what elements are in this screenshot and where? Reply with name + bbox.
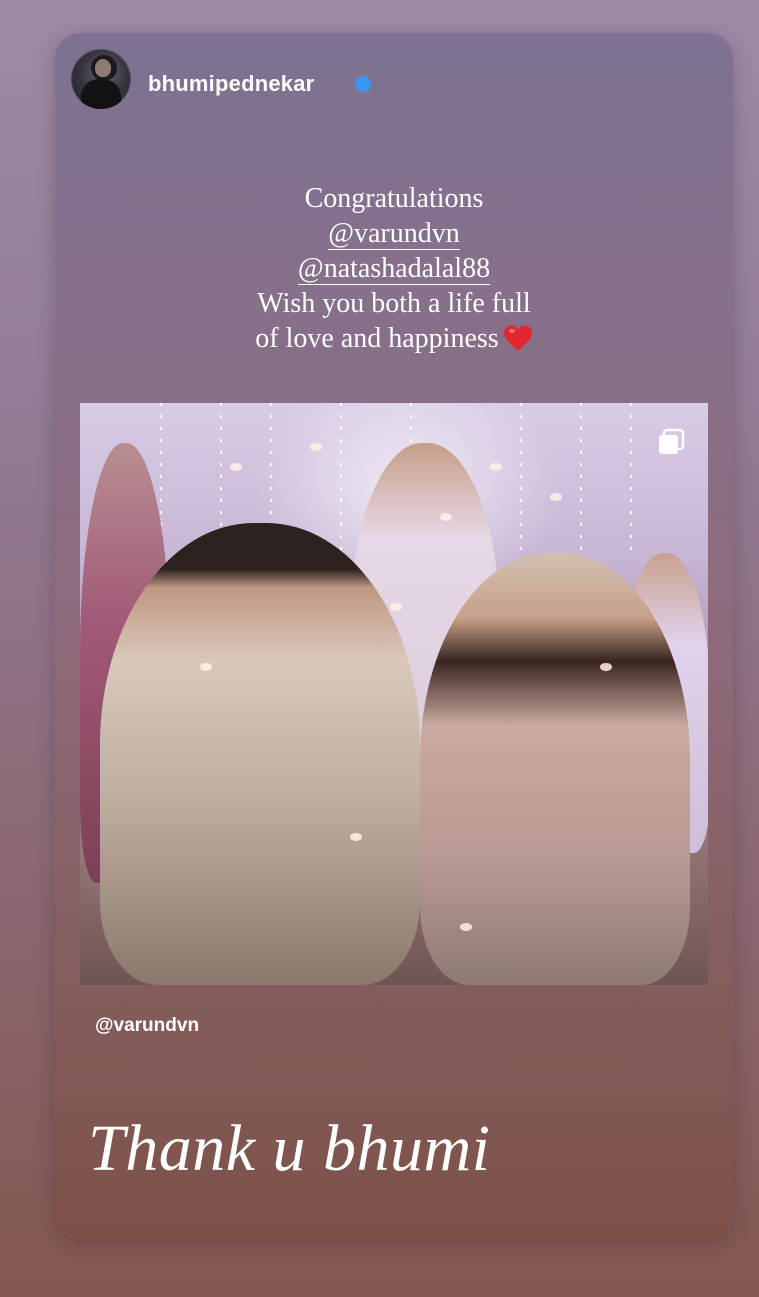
caption-line: of love and happiness: [255, 323, 499, 354]
heart-emoji-icon: [503, 325, 532, 351]
story-text-overlay: Thank u bhumi: [88, 1112, 491, 1185]
mention-link[interactable]: @natashadalal88: [297, 253, 491, 285]
username[interactable]: bhumipednekar: [148, 71, 314, 97]
caption-line: Wish you both a life full: [257, 288, 531, 319]
avatar[interactable]: [71, 49, 131, 109]
story-card: bhumipednekar Congratulations @varundvn …: [55, 33, 733, 1240]
verified-badge-icon: [355, 76, 371, 92]
story-caption: Congratulations @varundvn @natashadalal8…: [55, 181, 733, 356]
shared-post-image[interactable]: [80, 403, 708, 985]
mention-link[interactable]: @varundvn: [328, 218, 460, 250]
carousel-icon: [659, 428, 685, 454]
caption-line: Congratulations: [304, 183, 484, 214]
post-credit[interactable]: @varundvn: [95, 1015, 199, 1037]
